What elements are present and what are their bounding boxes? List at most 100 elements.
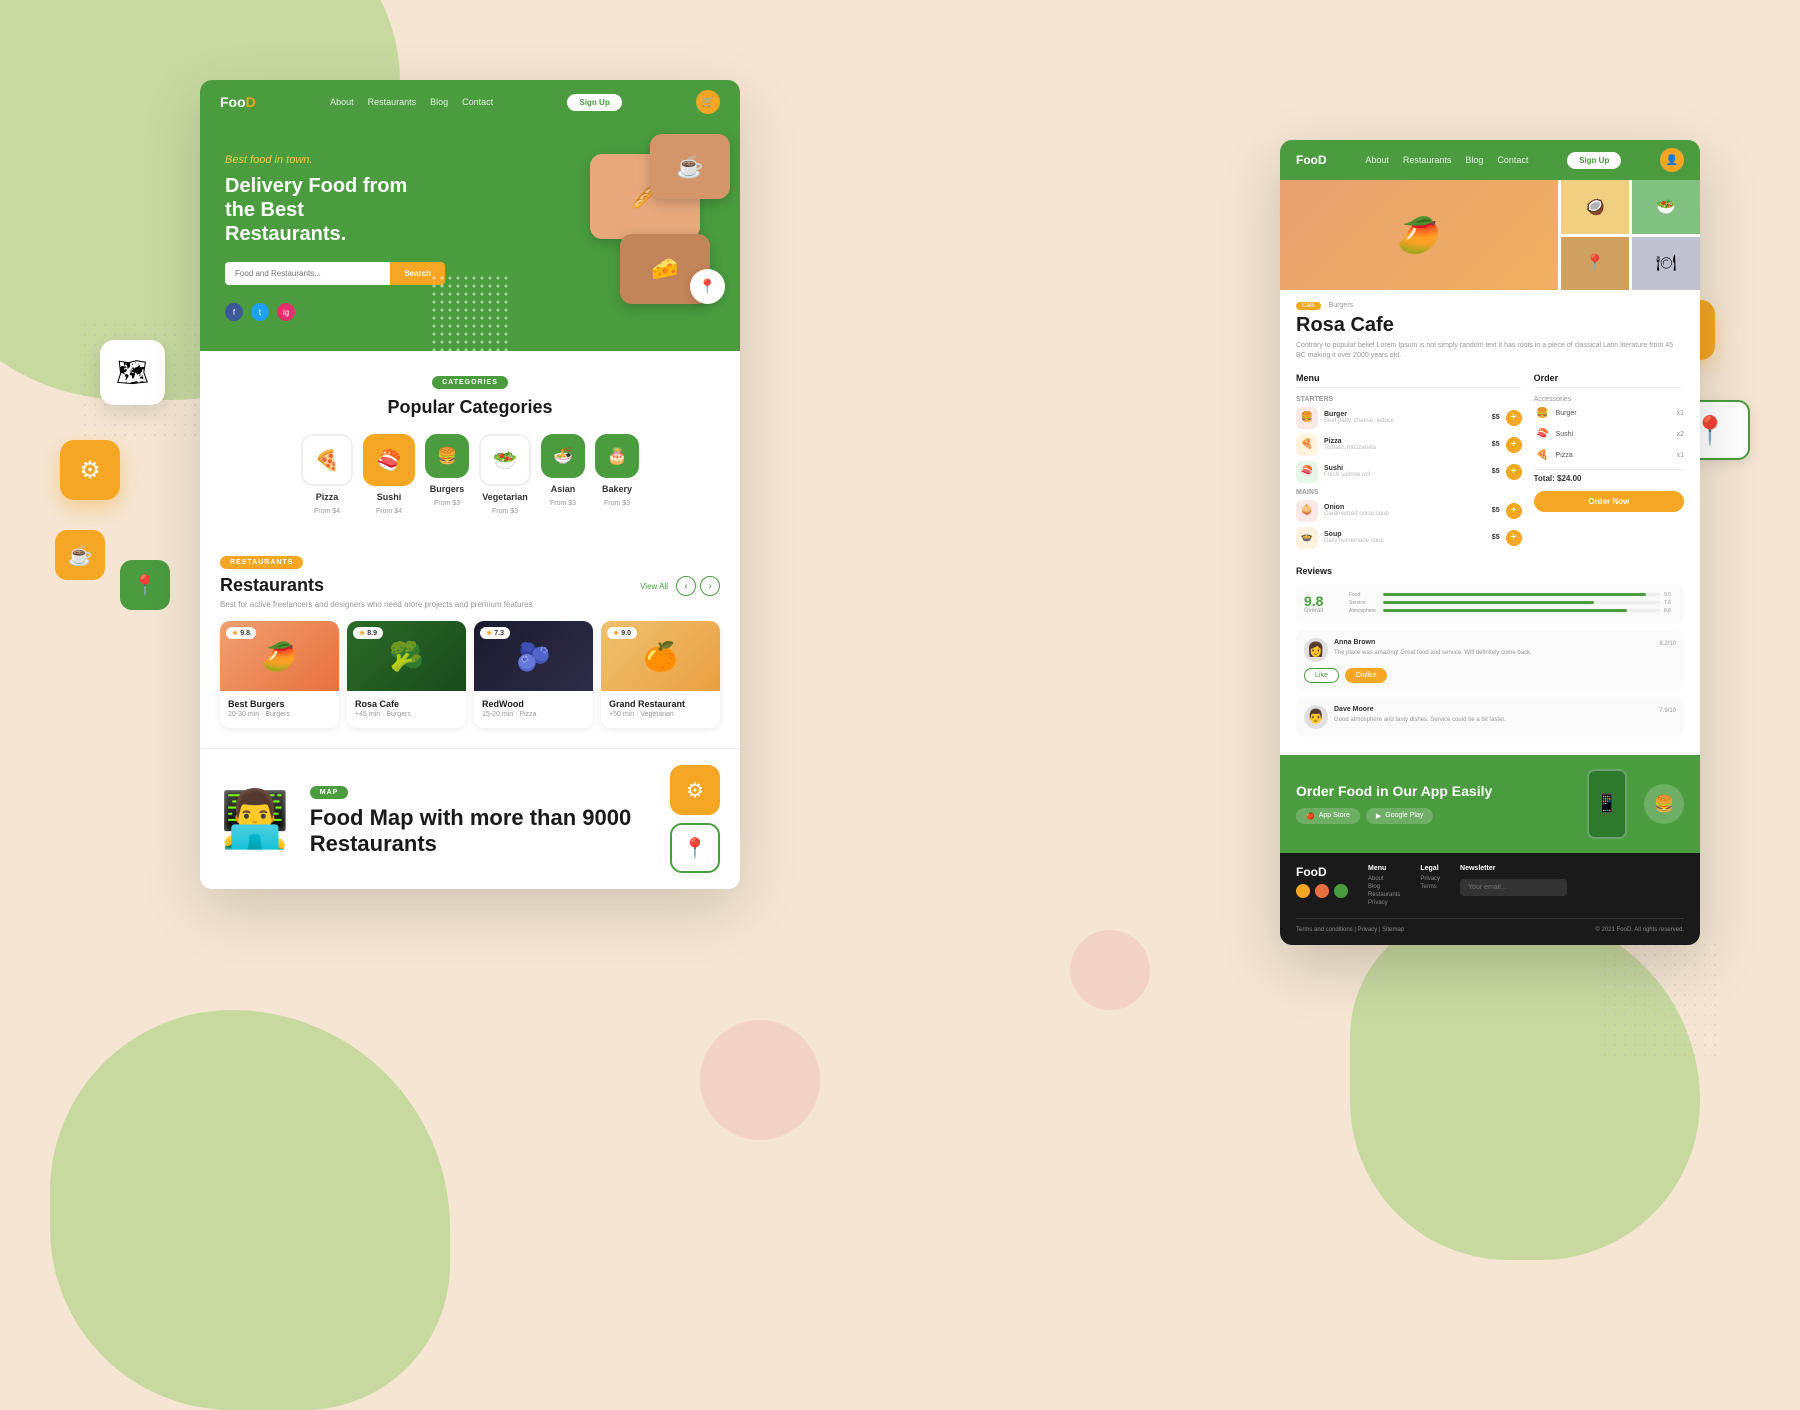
review-0-bars: Food 9.5 Service 7.6 Atmos [1349, 592, 1676, 616]
social-instagram[interactable]: ig [277, 303, 295, 321]
category-bakery[interactable]: 🎂 Bakery From $3 [595, 434, 639, 515]
map-icons-area: ⚙ 📍 [670, 765, 720, 873]
restaurant-desc: Contrary to popular belief Lorem Ipsum i… [1296, 341, 1684, 361]
category-vegetarian[interactable]: 🥗 Vegetarian From $3 [479, 434, 531, 515]
footer-social-3[interactable] [1334, 884, 1348, 898]
restaurant-category-0: Burgers [265, 711, 290, 718]
dislike-btn-1[interactable]: Dislike [1345, 668, 1388, 683]
restaurants-header: Restaurants View All ‹ › [220, 575, 720, 596]
review-bar-atm-fill [1383, 609, 1627, 612]
right-nav-signup[interactable]: Sign Up [1567, 152, 1621, 169]
footer-newsletter-input[interactable] [1460, 879, 1567, 896]
footer-link-0-0[interactable]: About [1368, 876, 1400, 882]
menu-item-icon-burger: 🍔 [1296, 407, 1318, 429]
footer-link-0-2[interactable]: Restaurants [1368, 892, 1400, 898]
social-twitter[interactable]: t [251, 303, 269, 321]
footer-col-1: Legal Privacy Terms [1420, 865, 1440, 908]
hero-search-form: Search [225, 262, 445, 285]
order-now-btn[interactable]: Order Now [1534, 491, 1684, 512]
nav-links-left: About Restaurants Blog Contact [330, 97, 493, 107]
category-burgers-price: From $3 [434, 500, 460, 507]
footer-link-0-3[interactable]: Privacy [1368, 900, 1400, 906]
google-play-btn[interactable]: ▶ Google Play [1366, 808, 1434, 824]
reviews-title: Reviews [1296, 566, 1684, 576]
footer-link-1-1[interactable]: Terms [1420, 884, 1440, 890]
right-nav-blog[interactable]: Blog [1465, 155, 1483, 165]
add-btn-onion[interactable]: + [1506, 503, 1522, 519]
app-icon-circle: 🍔 [1644, 784, 1684, 824]
footer-link-1-0[interactable]: Privacy [1420, 876, 1440, 882]
footer-newsletter: Newsletter [1460, 865, 1567, 908]
reviewer-avatar-2: 👨 [1304, 705, 1328, 729]
menu-item-name-sushi: Sushi [1324, 465, 1486, 472]
order-item-1: 🍣 Sushi x2 [1534, 426, 1684, 444]
footer-social-1[interactable] [1296, 884, 1310, 898]
app-section: Order Food in Our App Easily 🍎 App Store… [1280, 755, 1700, 853]
add-btn-soup[interactable]: + [1506, 530, 1522, 546]
right-nav-restaurants[interactable]: Restaurants [1403, 155, 1452, 165]
add-btn-pizza[interactable]: + [1506, 437, 1522, 453]
reviewer-row-1: 👩 Anna Brown 8.2/10 The place was amazin… [1304, 638, 1676, 662]
menu-cat-0: STARTERS [1296, 396, 1522, 403]
footer: FooD Menu About Blog Restaurants Privacy… [1280, 853, 1700, 945]
category-bakery-icon: 🎂 [595, 434, 639, 478]
categories-title: Popular Categories [220, 397, 720, 418]
restaurant-name-2: RedWood [482, 699, 585, 709]
review-bar-food: Food 9.5 [1349, 592, 1676, 598]
reviewer-text-2: Good atmosphere and tasty dishes. Servic… [1334, 716, 1676, 724]
restaurant-category-2: Pizza [519, 711, 536, 718]
category-sushi-icon: 🍣 [363, 434, 415, 486]
review-bar-food-val: 9.5 [1664, 592, 1676, 598]
menu-item-price-soup: $5 [1492, 534, 1500, 541]
social-facebook[interactable]: f [225, 303, 243, 321]
restaurant-card-3[interactable]: 🍊 ★ 9.0 Grand Restaurant +50 min · Veget… [601, 621, 720, 728]
rating-value-3: 9.0 [621, 630, 631, 637]
menu-item-name-pizza: Pizza [1324, 438, 1486, 445]
category-pizza[interactable]: 🍕 Pizza From $4 [301, 434, 353, 515]
hero-search-input[interactable] [225, 262, 390, 285]
nav-link-blog[interactable]: Blog [430, 97, 448, 107]
add-btn-sushi[interactable]: + [1506, 464, 1522, 480]
right-nav-contact[interactable]: Contact [1497, 155, 1528, 165]
menu-title: Menu [1296, 373, 1522, 388]
add-btn-burger[interactable]: + [1506, 410, 1522, 426]
menu-item-price-pizza: $5 [1492, 441, 1500, 448]
apple-store-btn[interactable]: 🍎 App Store [1296, 808, 1360, 824]
nav-cart-icon[interactable]: 🛒 [696, 90, 720, 114]
map-person-area: 👨‍💻 [220, 786, 290, 852]
footer-link-0-1[interactable]: Blog [1368, 884, 1400, 890]
restaurant-category-3: Vegetarian [640, 711, 673, 718]
restaurant-card-1[interactable]: 🥦 ★ 8.9 Rosa Cafe +45 min · Burgers [347, 621, 466, 728]
like-btn-1[interactable]: Like [1304, 668, 1339, 683]
restaurant-card-2[interactable]: 🫐 ★ 7.3 RedWood 15-20 min · Pizza [474, 621, 593, 728]
category-burgers[interactable]: 🍔 Burgers From $3 [425, 434, 469, 515]
menu-item-icon-pizza: 🍕 [1296, 434, 1318, 456]
category-sushi[interactable]: 🍣 Sushi From $4 [363, 434, 415, 515]
map-badge: MAP [310, 786, 349, 799]
view-all-btn[interactable]: View All [640, 582, 668, 591]
menu-item-desc-soup: Daily homemade soup [1324, 538, 1486, 544]
right-nav-about[interactable]: About [1365, 155, 1389, 165]
right-nav-cart[interactable]: 👤 [1660, 148, 1684, 172]
nav-signup-btn[interactable]: Sign Up [567, 94, 621, 111]
review-bar-food-track [1383, 593, 1660, 596]
category-asian[interactable]: 🍜 Asian From $3 [541, 434, 585, 515]
footer-social-2[interactable] [1315, 884, 1329, 898]
review-bar-atm: Atmosphere 8.8 [1349, 608, 1676, 614]
restaurant-card-0[interactable]: 🥭 ★ 9.8 Best Burgers 20-30 min · Burgers [220, 621, 339, 728]
restaurant-info-3: Grand Restaurant +50 min · Vegetarian [601, 691, 720, 728]
pink-circle-2 [1070, 930, 1150, 1010]
review-0-label: Overall [1304, 608, 1339, 614]
reviewer-score-2: 7.9/10 [1659, 705, 1676, 714]
nav-logo-left: FooD [220, 94, 256, 110]
photo-thumb-4: 🍽 [1632, 237, 1700, 291]
photo-main: 🥭 [1280, 180, 1558, 290]
prev-arrow[interactable]: ‹ [676, 576, 696, 596]
nav-link-contact[interactable]: Contact [462, 97, 493, 107]
footer-col-title-0: Menu [1368, 865, 1400, 872]
next-arrow[interactable]: › [700, 576, 720, 596]
nav-link-about[interactable]: About [330, 97, 354, 107]
rating-value-2: 7.3 [494, 630, 504, 637]
menu-item-desc-burger: Beef patty, cheese, lettuce [1324, 418, 1486, 424]
nav-link-restaurants[interactable]: Restaurants [368, 97, 417, 107]
